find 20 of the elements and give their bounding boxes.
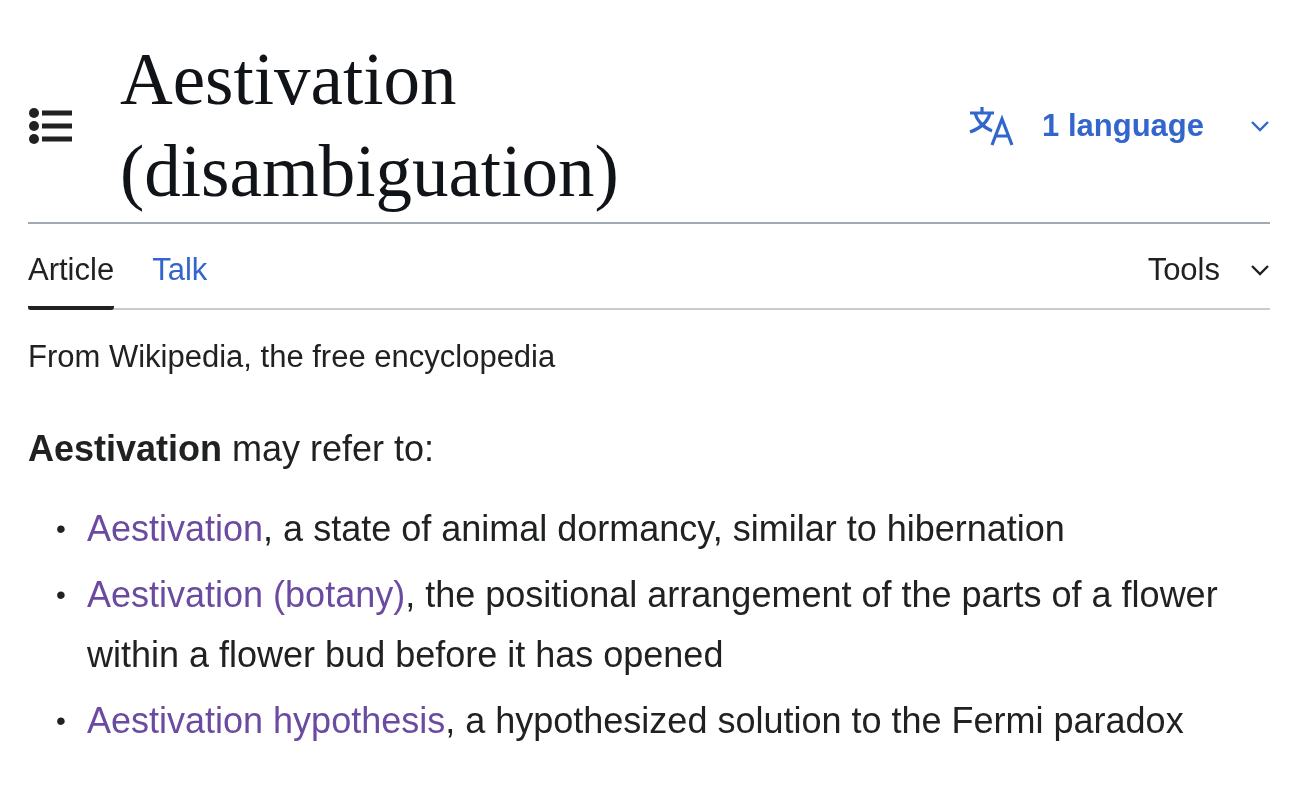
bullet: •: [56, 512, 67, 546]
chevron-down-icon: [1250, 120, 1270, 132]
tagline: From Wikipedia, the free encyclopedia: [28, 338, 557, 375]
intro-sentence: Aestivation may refer to:: [28, 428, 436, 470]
entry-text: Aestivation hypothesis, a hypothesized solution to the Fermi paradox: [87, 699, 1184, 743]
bullet: •: [56, 578, 67, 612]
language-button[interactable]: 1 language: [968, 105, 1270, 147]
entry-text: Aestivation (botany), the positional arrangement of the parts of a flower within a flower bud before it has opened: [87, 573, 1219, 677]
article-link[interactable]: Aestivation (botany): [87, 574, 406, 615]
entry-text: Aestivation, a state of animal dormancy, similar to hibernation: [87, 507, 1065, 551]
tab[interactable]: Talk: [152, 252, 208, 310]
menu-icon: [28, 106, 72, 146]
article-link[interactable]: Aestivation: [87, 508, 264, 549]
table-of-contents-button[interactable]: [28, 106, 72, 146]
tab[interactable]: Article: [28, 252, 115, 310]
page-title: Aestivation (disambiguation): [120, 38, 620, 214]
bullet: •: [56, 704, 67, 738]
chevron-down-icon: [1250, 264, 1270, 276]
article-link[interactable]: Aestivation hypothesis: [87, 700, 446, 741]
tools-menu-button[interactable]: Tools: [1147, 252, 1270, 308]
